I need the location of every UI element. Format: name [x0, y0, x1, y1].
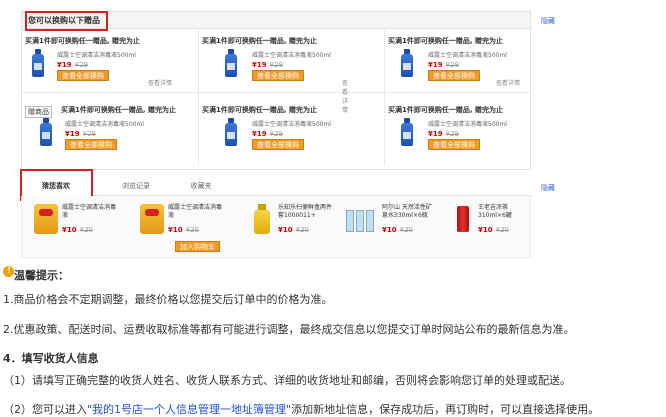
- gift-price: ¥19 ¥29: [428, 61, 459, 69]
- disinfectant-bottle-icon: [39, 118, 53, 146]
- divider: [198, 30, 199, 166]
- gift-offer-text: 买满1件即可换购任一赠品, 赠完为止: [202, 106, 317, 114]
- disinfectant-bottle-icon: [400, 118, 414, 146]
- tips-line-2: 2.优惠政策、配送时间、运费收取标准等都有可能进行调整，最终成交信息以您提交订单…: [3, 323, 575, 336]
- recommend-item-price: ¥10 ¥20: [168, 226, 199, 234]
- highlight-box-gift-title: [25, 11, 108, 31]
- gift-offer-text: 买满1件即可换购任一赠品, 赠完为止: [25, 37, 140, 45]
- recommend-item-price: ¥10 ¥20: [278, 226, 309, 234]
- recommend-tab-bar: 猜您喜欢 浏览记录 收藏夹: [21, 176, 531, 196]
- gift-price: ¥19 ¥29: [252, 130, 283, 138]
- gift-card: 买满1件即可换购任一赠品, 赠完为止 威露士空调清洁消毒液500ml ¥19 ¥2…: [388, 36, 538, 100]
- water-bottles-icon[interactable]: [346, 204, 376, 234]
- section-4-line-2: （2）您可以进入"我的1号店一个人信息管理一地址簿管理"添加新地址信息，保存成功…: [3, 403, 600, 416]
- recommend-item: 威露士空调清洁消毒液 ¥10 ¥20: [34, 204, 116, 259]
- gift-card: 买满1件即可换购任一赠品, 赠完为止 威露士空调清洁消毒液500ml ¥19 ¥2…: [25, 36, 175, 100]
- section-4-heading: 4．填写收货人信息: [3, 352, 99, 365]
- gift-offer-text: 买满1件即可换购任一赠品, 赠完为止: [61, 106, 176, 114]
- tips-line-1: 1.商品价格会不定期调整，最终价格以您提交后订单中的价格为准。: [3, 293, 333, 306]
- gift-product-name[interactable]: 威露士空调清洁消毒液500ml: [252, 50, 331, 59]
- view-detail-link[interactable]: 查看详情: [148, 78, 172, 87]
- recommend-item-name[interactable]: 王老吉凉茶310ml×6罐: [478, 204, 532, 220]
- tab-browse-history[interactable]: 浏览记录: [101, 176, 171, 196]
- recommend-hide-link[interactable]: 隐藏: [541, 183, 555, 193]
- view-all-exchange-button[interactable]: 查看全部换购: [252, 139, 304, 150]
- gift-offer-text: 买满1件即可换购任一赠品, 赠完为止: [388, 37, 503, 45]
- disinfectant-bottle-icon: [31, 49, 45, 77]
- gift-hide-link[interactable]: 隐藏: [541, 16, 555, 26]
- recommend-item-price: ¥10 ¥20: [478, 226, 509, 234]
- view-all-exchange-button[interactable]: 查看全部换购: [252, 70, 304, 81]
- recommend-item-name[interactable]: 乐知乐扫便鲜盒两件套1000011+: [278, 204, 334, 220]
- gift-product-name[interactable]: 威露士空调清洁消毒液500ml: [57, 50, 136, 59]
- address-book-link[interactable]: "我的1号店一个人信息管理一地址簿管理": [87, 403, 291, 416]
- recommend-item-name[interactable]: 威露士空调清洁消毒液: [62, 204, 118, 220]
- recommend-item: 王老吉凉茶310ml×6罐 ¥10 ¥20: [452, 204, 534, 259]
- gift-price: ¥19 ¥29: [428, 130, 459, 138]
- add-to-cart-button[interactable]: 加入购物车: [175, 241, 220, 252]
- gift-card: 买满1件即可换购任一赠品, 赠完为止 威露士空调清洁消毒液500ml ¥19 ¥2…: [202, 105, 352, 169]
- gift-offer-text: 买满1件即可换购任一赠品, 赠完为止: [388, 106, 503, 114]
- disinfectant-bottle-icon: [400, 49, 414, 77]
- view-all-exchange-button[interactable]: 查看全部换购: [428, 139, 480, 150]
- warning-icon: !: [3, 266, 14, 277]
- divider: [384, 30, 385, 166]
- disinfectant-bottle-icon: [224, 49, 238, 77]
- view-all-exchange-button[interactable]: 查看全部换购: [65, 139, 117, 150]
- gift-card: 买满1件即可换购任一赠品, 赠完为止 威露士空调清洁消毒液500ml ¥19 ¥2…: [25, 105, 176, 169]
- gift-offer-text: 买满1件即可换购任一赠品, 赠完为止: [202, 37, 317, 45]
- gift-product-name[interactable]: 威露士空调清洁消毒液500ml: [252, 119, 331, 128]
- view-detail-link[interactable]: 查看详情: [496, 78, 520, 87]
- can-icon[interactable]: [452, 204, 476, 234]
- view-all-exchange-button[interactable]: 查看全部换购: [57, 70, 109, 81]
- recommend-item-name[interactable]: 阿尔山 天然活性矿泉水330ml×6瓶: [382, 204, 432, 220]
- gift-product-name[interactable]: 威露士空调清洁消毒液500ml: [428, 50, 507, 59]
- section-4-line-1: （1）请填写正确完整的收货人姓名、收货人联系方式、详细的收货地址和邮编，否则将会…: [3, 374, 571, 387]
- recommend-item-price: ¥10 ¥20: [382, 226, 413, 234]
- gift-price: ¥19 ¥29: [65, 130, 96, 138]
- recommend-item-name[interactable]: 威露士空调清洁消毒液: [168, 204, 224, 220]
- view-all-exchange-button[interactable]: 查看全部换购: [428, 70, 480, 81]
- gift-card: 买满1件即可换购任一赠品, 赠完为止 威露士空调清洁消毒液500ml ¥19 ¥2…: [388, 105, 538, 169]
- bottle-icon[interactable]: [250, 204, 274, 234]
- tab-favorites[interactable]: 收藏夹: [171, 176, 231, 196]
- recommend-item: 乐知乐扫便鲜盒两件套1000011+ ¥10 ¥20: [250, 204, 332, 259]
- gift-price: ¥19 ¥29: [57, 61, 88, 69]
- gift-product-name[interactable]: 威露士空调清洁消毒液500ml: [65, 119, 144, 128]
- tips-heading: 温馨提示：: [14, 269, 69, 282]
- recommend-item-price: ¥10 ¥20: [62, 226, 93, 234]
- chips-bag-icon[interactable]: [34, 204, 58, 234]
- gift-product-name[interactable]: 威露士空调清洁消毒液500ml: [428, 119, 507, 128]
- recommend-item: 阿尔山 天然活性矿泉水330ml×6瓶 ¥10 ¥20: [346, 204, 432, 259]
- gift-card: 买满1件即可换购任一赠品, 赠完为止 威露士空调清洁消毒液500ml ¥19 ¥2…: [202, 36, 352, 114]
- disinfectant-bottle-icon: [224, 118, 238, 146]
- chips-bag-icon[interactable]: [140, 204, 164, 234]
- gift-price: ¥19 ¥29: [252, 61, 283, 69]
